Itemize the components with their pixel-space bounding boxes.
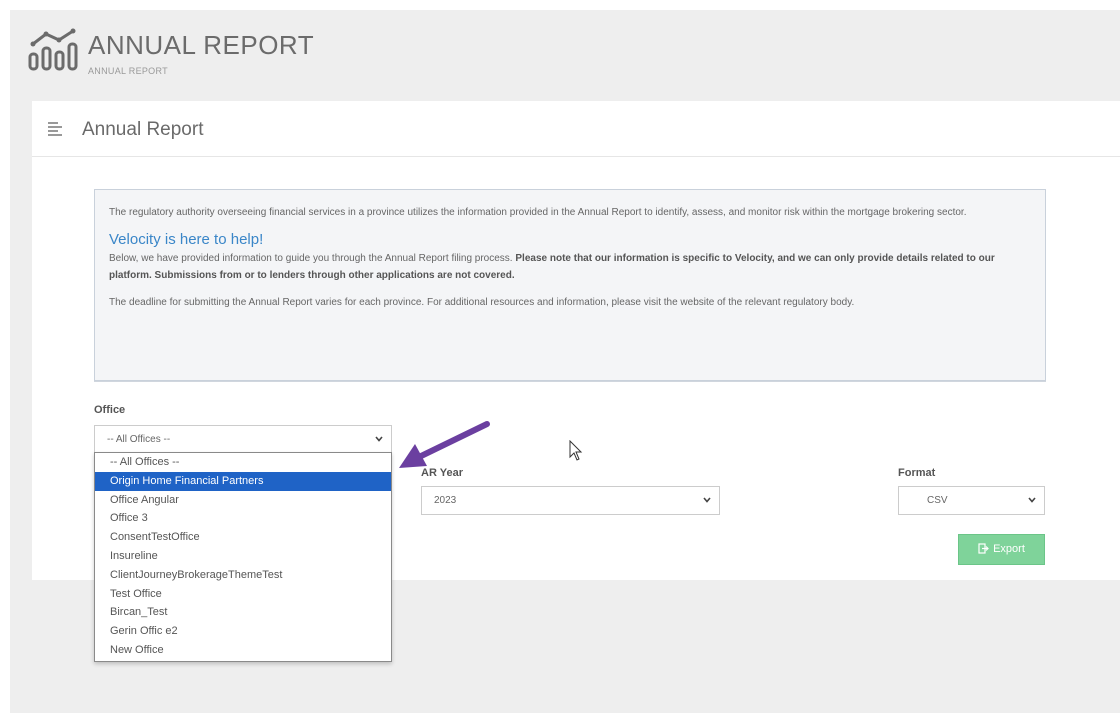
arrow-annotation (399, 421, 490, 468)
info-paragraph-2: Below, we have provided information to g… (109, 250, 1031, 284)
format-select[interactable]: CSV (898, 486, 1045, 515)
office-option-highlighted[interactable]: Origin Home Financial Partners (95, 471, 391, 491)
info-box: The regulatory authority overseeing fina… (94, 189, 1046, 381)
app-header: ANNUAL REPORT ANNUAL REPORT (28, 26, 528, 86)
chevron-down-icon (703, 497, 711, 503)
office-option[interactable]: Gerin Offic e2 (95, 622, 391, 641)
chevron-down-icon (1028, 497, 1036, 503)
office-select[interactable]: -- All Offices -- (94, 425, 392, 454)
office-label: Office (94, 404, 126, 416)
office-option[interactable]: Test Office (95, 585, 391, 604)
office-option[interactable]: Office Angular (95, 491, 391, 510)
export-button-label: Export (993, 543, 1025, 555)
info-heading: Velocity is here to help! (109, 231, 264, 248)
office-option[interactable]: ConsentTestOffice (95, 528, 391, 547)
office-option[interactable]: Office 3 (95, 509, 391, 528)
info-paragraph-2-intro: Below, we have provided information to g… (109, 253, 516, 264)
app-title: ANNUAL REPORT (88, 30, 315, 60)
office-select-value: -- All Offices -- (107, 434, 171, 445)
hamburger-menu-icon[interactable] (48, 121, 64, 137)
mouse-cursor-icon (569, 440, 583, 461)
office-option[interactable]: -- All Offices -- (95, 453, 391, 472)
panel-header: Annual Report (32, 101, 1120, 157)
office-option[interactable]: Insureline (95, 547, 391, 566)
bar-chart-line-icon (28, 28, 78, 71)
info-paragraph-1: The regulatory authority overseeing fina… (109, 207, 967, 218)
office-option[interactable]: Bircan_Test (95, 603, 391, 622)
format-label: Format (898, 467, 936, 479)
page-title: Annual Report (82, 119, 204, 140)
office-dropdown-list: -- All Offices -- Origin Home Financial … (94, 452, 392, 662)
office-option[interactable]: New Office (95, 641, 391, 660)
ar-year-select-value: 2023 (434, 495, 457, 506)
export-button[interactable]: Export (958, 534, 1045, 565)
info-paragraph-3: The deadline for submitting the Annual R… (109, 297, 855, 308)
app-subtitle: ANNUAL REPORT (88, 66, 168, 76)
export-icon (978, 543, 989, 554)
ar-year-select[interactable]: 2023 (421, 486, 720, 515)
office-option[interactable]: ClientJourneyBrokerageThemeTest (95, 566, 391, 585)
chevron-down-icon (375, 436, 383, 442)
format-select-value: CSV (927, 495, 948, 506)
